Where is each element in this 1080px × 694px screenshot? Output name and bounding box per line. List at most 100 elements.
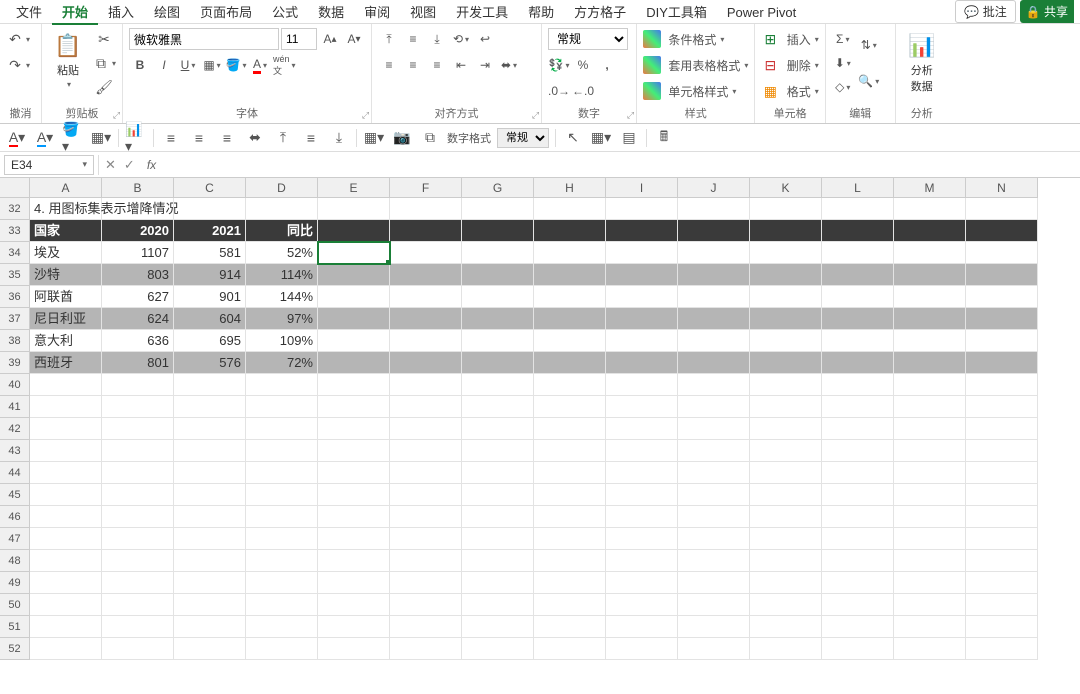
cell[interactable] xyxy=(318,198,390,220)
cell[interactable] xyxy=(750,242,822,264)
cell-format-button[interactable]: ▦ 格式▾ xyxy=(761,80,818,102)
cell[interactable] xyxy=(174,484,246,506)
cell[interactable] xyxy=(30,638,102,660)
row-header[interactable]: 50 xyxy=(0,594,30,616)
cell[interactable] xyxy=(534,220,606,242)
cell[interactable] xyxy=(390,286,462,308)
col-header-G[interactable]: G xyxy=(462,178,534,198)
cell[interactable] xyxy=(246,374,318,396)
cell[interactable] xyxy=(30,418,102,440)
cell[interactable] xyxy=(174,528,246,550)
cell[interactable] xyxy=(750,550,822,572)
indent-decrease-button[interactable]: ⇤ xyxy=(450,54,472,76)
cell[interactable] xyxy=(246,528,318,550)
cell[interactable] xyxy=(30,484,102,506)
menu-tab-1[interactable]: 开始 xyxy=(52,2,98,25)
cell[interactable] xyxy=(534,462,606,484)
cell[interactable] xyxy=(750,264,822,286)
cell[interactable] xyxy=(822,484,894,506)
cell[interactable] xyxy=(534,638,606,660)
cell[interactable] xyxy=(966,440,1038,462)
cell[interactable] xyxy=(390,264,462,286)
cell[interactable] xyxy=(966,550,1038,572)
cell[interactable] xyxy=(30,374,102,396)
qa-calc-icon[interactable]: 🖩 xyxy=(653,127,675,149)
qa-align-center-icon[interactable]: ≡ xyxy=(188,127,210,149)
conditional-format-button[interactable]: 条件格式▾ xyxy=(643,28,724,50)
cell[interactable]: 636 xyxy=(102,330,174,352)
cell[interactable] xyxy=(174,198,246,220)
row-header[interactable]: 43 xyxy=(0,440,30,462)
row-header[interactable]: 46 xyxy=(0,506,30,528)
cell[interactable] xyxy=(462,594,534,616)
cell[interactable] xyxy=(966,220,1038,242)
cell[interactable]: 581 xyxy=(174,242,246,264)
wrap-text-button[interactable]: ↩ xyxy=(474,28,496,50)
qa-align-right-icon[interactable]: ≡ xyxy=(216,127,238,149)
row-header[interactable]: 35 xyxy=(0,264,30,286)
cell[interactable] xyxy=(246,418,318,440)
col-header-C[interactable]: C xyxy=(174,178,246,198)
row-header[interactable]: 40 xyxy=(0,374,30,396)
cell[interactable] xyxy=(678,616,750,638)
increase-font-button[interactable]: A▴ xyxy=(319,28,341,50)
row-header[interactable]: 41 xyxy=(0,396,30,418)
cell[interactable] xyxy=(750,572,822,594)
cell[interactable] xyxy=(30,528,102,550)
qa-chart-icon[interactable]: 📊▾ xyxy=(125,127,147,149)
cell[interactable] xyxy=(606,242,678,264)
menu-tab-0[interactable]: 文件 xyxy=(6,2,52,23)
cell[interactable] xyxy=(894,220,966,242)
cell[interactable]: 同比 xyxy=(246,220,318,242)
cell[interactable] xyxy=(390,528,462,550)
cell[interactable] xyxy=(390,462,462,484)
percent-button[interactable]: % xyxy=(572,54,594,76)
bold-button[interactable]: B xyxy=(129,54,151,76)
phonetic-button[interactable]: wén文▾ xyxy=(273,54,296,76)
menu-tab-13[interactable]: Power Pivot xyxy=(717,2,806,23)
cell[interactable] xyxy=(534,264,606,286)
underline-button[interactable]: U▾ xyxy=(177,54,199,76)
cell[interactable] xyxy=(390,396,462,418)
cell[interactable] xyxy=(390,374,462,396)
cell[interactable] xyxy=(246,440,318,462)
cell[interactable] xyxy=(30,440,102,462)
cell[interactable] xyxy=(606,484,678,506)
qa-merge-icon[interactable]: ⬌ xyxy=(244,127,266,149)
cell[interactable] xyxy=(318,594,390,616)
qa-align-left-icon[interactable]: ≡ xyxy=(160,127,182,149)
qa-grid-icon[interactable]: ▦▾ xyxy=(590,127,612,149)
cell[interactable] xyxy=(822,638,894,660)
cell[interactable] xyxy=(102,572,174,594)
cell[interactable] xyxy=(462,440,534,462)
cell[interactable] xyxy=(462,418,534,440)
cell[interactable] xyxy=(318,396,390,418)
cell[interactable] xyxy=(750,352,822,374)
cell[interactable] xyxy=(318,264,390,286)
analyze-data-button[interactable]: 📊 分析 数据 xyxy=(902,28,942,98)
cell[interactable] xyxy=(30,550,102,572)
cell[interactable] xyxy=(606,594,678,616)
cell[interactable] xyxy=(534,374,606,396)
cell[interactable]: 尼日利亚 xyxy=(30,308,102,330)
cell[interactable] xyxy=(246,572,318,594)
cell[interactable] xyxy=(462,286,534,308)
cell[interactable] xyxy=(246,506,318,528)
cell[interactable] xyxy=(966,418,1038,440)
cell[interactable]: 803 xyxy=(102,264,174,286)
cell[interactable]: 阿联酋 xyxy=(30,286,102,308)
cell[interactable] xyxy=(390,440,462,462)
cell[interactable] xyxy=(174,506,246,528)
cell[interactable] xyxy=(462,550,534,572)
qa-font-color-icon[interactable]: A▾ xyxy=(6,127,28,149)
cell[interactable]: 914 xyxy=(174,264,246,286)
cell[interactable] xyxy=(678,396,750,418)
cell[interactable]: 109% xyxy=(246,330,318,352)
cell[interactable] xyxy=(606,330,678,352)
menu-tab-4[interactable]: 页面布局 xyxy=(190,2,262,23)
cell[interactable] xyxy=(822,594,894,616)
qa-pointer-icon[interactable]: ↖ xyxy=(562,127,584,149)
cell[interactable] xyxy=(534,594,606,616)
row-header[interactable]: 45 xyxy=(0,484,30,506)
cell[interactable] xyxy=(462,396,534,418)
